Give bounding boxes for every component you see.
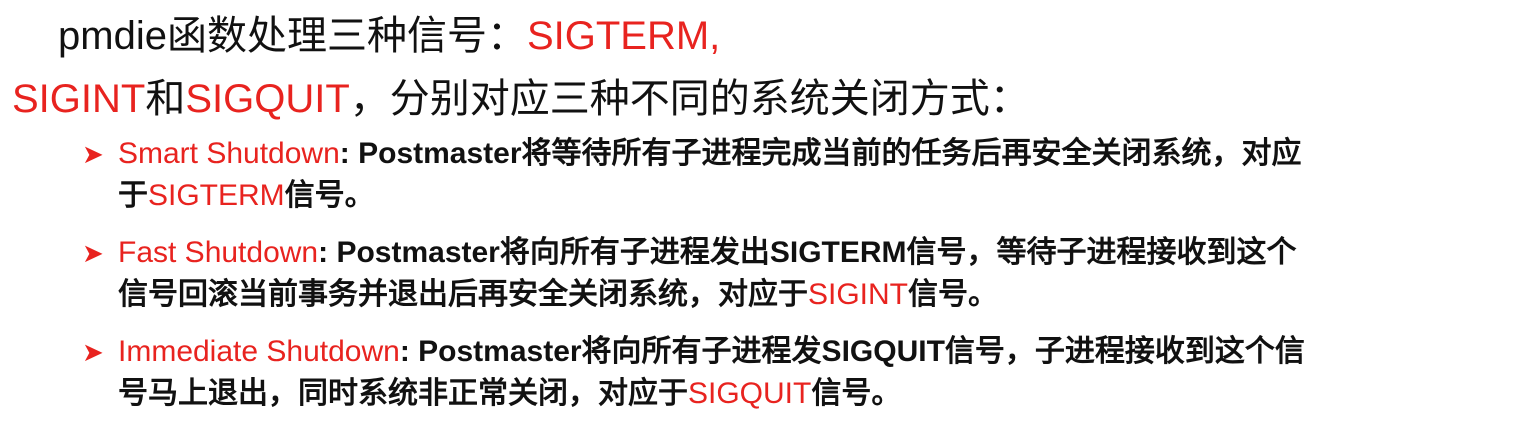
bullet-line-2: 于SIGTERM信号。 — [118, 175, 1522, 217]
signal-name: SIGTERM — [148, 179, 285, 212]
heading-sigint: SIGINT — [12, 77, 146, 121]
description-cont: 信号回滚当前事务并退出后再安全关闭系统，对应于 — [118, 278, 808, 311]
description-end: 信号。 — [908, 278, 999, 311]
description: : Postmaster将向所有子进程发出SIGTERM信号，等待子进程接收到这… — [318, 236, 1297, 269]
bullet-line-1: Fast Shutdown: Postmaster将向所有子进程发出SIGTER… — [118, 232, 1522, 274]
term-fast-shutdown: Fast Shutdown — [118, 236, 319, 269]
description-cont: 于 — [118, 179, 148, 212]
heading-line-2: SIGINT和SIGQUIT，分别对应三种不同的系统关闭方式： — [12, 75, 1030, 123]
bullet-line-2: 号马上退出，同时系统非正常关闭，对应于SIGQUIT信号。 — [118, 373, 1522, 415]
heading-and: 和 — [145, 77, 186, 121]
term-smart-shutdown: Smart Shutdown — [118, 137, 340, 170]
signal-name: SIGINT — [808, 278, 909, 311]
signal-name: SIGQUIT — [688, 377, 812, 410]
list-item: ➤ Immediate Shutdown: Postmaster将向所有子进程发… — [82, 331, 1522, 415]
heading-rest: ，分别对应三种不同的系统关闭方式： — [349, 77, 1030, 121]
description: : Postmaster将等待所有子进程完成当前的任务后再安全关闭系统，对应 — [339, 137, 1302, 170]
shutdown-mode-list: ➤ Smart Shutdown: Postmaster将等待所有子进程完成当前… — [82, 133, 1522, 430]
bullet-line-1: Smart Shutdown: Postmaster将等待所有子进程完成当前的任… — [118, 133, 1522, 175]
bullet-line-2: 信号回滚当前事务并退出后再安全关闭系统，对应于SIGINT信号。 — [118, 274, 1522, 316]
arrow-bullet-icon: ➤ — [82, 337, 104, 367]
arrow-bullet-icon: ➤ — [82, 139, 104, 169]
term-immediate-shutdown: Immediate Shutdown — [118, 335, 400, 368]
description: : Postmaster将向所有子进程发SIGQUIT信号，子进程接收到这个信 — [399, 335, 1305, 368]
description-end: 信号。 — [811, 377, 902, 410]
heading-line-1: pmdie函数处理三种信号：SIGTERM, — [58, 12, 720, 60]
arrow-bullet-icon: ➤ — [82, 238, 104, 268]
description-cont: 号马上退出，同时系统非正常关闭，对应于 — [118, 377, 688, 410]
list-item: ➤ Smart Shutdown: Postmaster将等待所有子进程完成当前… — [82, 133, 1522, 217]
list-item: ➤ Fast Shutdown: Postmaster将向所有子进程发出SIGT… — [82, 232, 1522, 316]
bullet-line-1: Immediate Shutdown: Postmaster将向所有子进程发SI… — [118, 331, 1522, 373]
heading-sigterm: SIGTERM, — [526, 14, 721, 58]
heading-prefix: pmdie函数处理三种信号： — [58, 14, 527, 58]
heading-sigquit: SIGQUIT — [185, 77, 350, 121]
description-end: 信号。 — [284, 179, 375, 212]
